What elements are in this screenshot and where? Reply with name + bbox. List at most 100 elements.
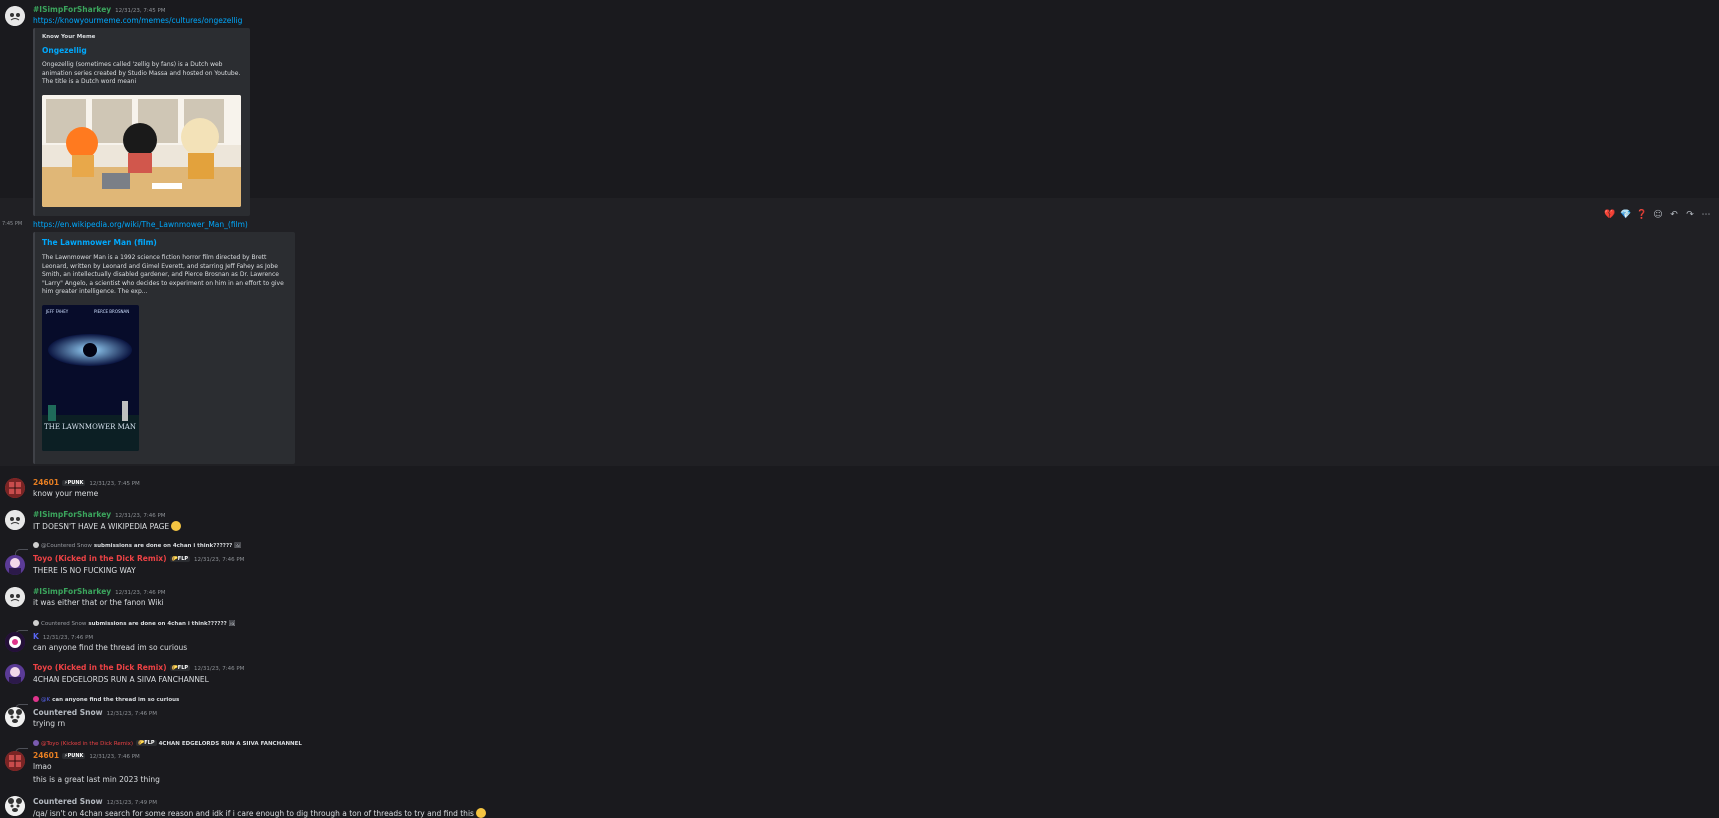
message-header: #ISimpForSharkey 12/31/23, 7:45 PM xyxy=(33,5,166,14)
avatar[interactable] xyxy=(5,478,25,498)
question-icon[interactable]: ❓ xyxy=(1636,210,1648,220)
timestamp: 12/31/23, 7:45 PM xyxy=(115,8,166,14)
username[interactable]: 24601 xyxy=(33,751,59,760)
avatar[interactable] xyxy=(5,796,25,816)
message-header: #ISimpForSharkey 12/31/23, 7:46 PM xyxy=(33,510,166,519)
embed-title[interactable]: The Lawnmower Man (film) xyxy=(42,238,157,247)
timestamp: 12/31/23, 7:46 PM xyxy=(194,666,245,672)
timestamp: 12/31/23, 7:46 PM xyxy=(42,635,94,641)
username[interactable]: Countered Snow xyxy=(33,797,103,806)
message-header: K 12/31/23, 7:46 PM xyxy=(33,632,93,641)
image-icon: 🖼 xyxy=(234,543,242,549)
forward-icon[interactable]: ↷ xyxy=(1684,210,1696,220)
message-text: 4CHAN EDGELORDS RUN A SIIVA FANCHANNEL xyxy=(33,675,209,684)
message-header: 24601 ⚡PUNK 12/31/23, 7:45 PM xyxy=(33,478,140,487)
reply-text: submissions are done on 4chan i think???… xyxy=(93,543,233,549)
reply-preview[interactable]: Countered Snow submissions are done on 4c… xyxy=(33,620,236,627)
role-tag: ⚡PUNK xyxy=(62,753,86,759)
reply-text: submissions are done on 4chan i think???… xyxy=(88,621,227,627)
reply-icon[interactable]: ↶ xyxy=(1668,210,1680,220)
message-text: lmao xyxy=(33,762,52,771)
username[interactable]: Toyo (Kicked in the Dick Remix) xyxy=(33,663,167,672)
image-icon: 🖼 xyxy=(228,621,236,627)
heart-broken-icon[interactable]: 💔 xyxy=(1604,210,1616,220)
message-header: 24601 ⚡PUNK 12/31/23, 7:46 PM xyxy=(33,751,140,760)
reply-text: can anyone find the thread im so curious xyxy=(52,697,180,703)
message-text: it was either that or the fanon Wiki xyxy=(33,598,164,607)
avatar[interactable] xyxy=(5,555,25,575)
avatar[interactable] xyxy=(5,664,25,684)
poster-title: THE LAWNMOWER MAN xyxy=(44,423,136,431)
reply-avatar xyxy=(33,620,39,626)
timestamp: 12/31/23, 7:46 PM xyxy=(106,711,157,717)
gem-icon[interactable]: 💎 xyxy=(1620,210,1632,220)
message-header: Countered Snow 12/31/23, 7:49 PM xyxy=(33,797,157,806)
message-link[interactable]: https://en.wikipedia.org/wiki/The_Lawnmo… xyxy=(33,220,248,229)
sob-emoji-icon xyxy=(171,521,182,531)
role-tag: ⚡PUNK xyxy=(62,480,86,486)
reply-username: Countered Snow xyxy=(41,621,87,627)
embed-description: The Lawnmower Man is a 1992 science fict… xyxy=(42,254,284,295)
message-text: this is a great last min 2023 thing xyxy=(33,775,160,784)
embed-poster[interactable]: JEFF FAHEY PIERCE BROSNAN THE LAWNMOWER … xyxy=(42,305,139,451)
timestamp: 12/31/23, 7:46 PM xyxy=(115,590,166,596)
message-link[interactable]: https://knowyourmeme.com/memes/cultures/… xyxy=(33,16,242,25)
poster-actor-left: JEFF FAHEY xyxy=(45,309,69,314)
reply-role-tag: 🌮FLP xyxy=(136,740,157,746)
embed-provider[interactable]: Know Your Meme xyxy=(42,34,95,40)
avatar[interactable] xyxy=(5,510,25,530)
link-embed-kym: Know Your Meme Ongezellig Ongezellig (so… xyxy=(33,28,250,216)
avatar[interactable] xyxy=(5,6,25,26)
reply-preview[interactable]: @K can anyone find the thread im so curio… xyxy=(33,696,179,703)
message-header: Toyo (Kicked in the Dick Remix) 🌮FLP 12/31… xyxy=(33,554,244,563)
embed-title[interactable]: Ongezellig xyxy=(42,46,87,55)
message-toolbar: 💔 💎 ❓ ☺ ↶ ↷ ⋯ xyxy=(1604,208,1712,222)
message-text: can anyone find the thread im so curious xyxy=(33,643,188,652)
avatar[interactable] xyxy=(5,707,25,727)
username[interactable]: #ISimpForSharkey xyxy=(33,587,111,596)
message-row: /qa/ isn't on 4chan search for some reas… xyxy=(33,808,486,818)
reply-avatar xyxy=(33,740,39,746)
link-embed-wiki: The Lawnmower Man (film) The Lawnmower M… xyxy=(33,232,295,464)
hover-timestamp: 7:45 PM xyxy=(2,221,23,227)
reply-username: @Countered Snow xyxy=(41,543,92,549)
message-row: IT DOESN'T HAVE A WIKIPEDIA PAGE xyxy=(33,521,182,531)
message-header: Countered Snow 12/31/23, 7:46 PM xyxy=(33,708,157,717)
add-reaction-icon[interactable]: ☺ xyxy=(1652,210,1664,220)
timestamp: 12/31/23, 7:46 PM xyxy=(89,754,140,760)
message-text: trying rn xyxy=(33,719,66,728)
timestamp: 12/31/23, 7:46 PM xyxy=(194,557,245,563)
avatar[interactable] xyxy=(5,751,25,771)
message-text: know your meme xyxy=(33,489,99,498)
message-text: IT DOESN'T HAVE A WIKIPEDIA PAGE xyxy=(33,522,170,531)
avatar[interactable] xyxy=(5,587,25,607)
reply-text: 4CHAN EDGELORDS RUN A SIIVA FANCHANNEL xyxy=(158,741,302,747)
more-icon[interactable]: ⋯ xyxy=(1700,210,1712,220)
role-tag: 🌮FLP xyxy=(169,556,191,562)
message-header: #ISimpForSharkey 12/31/23, 7:46 PM xyxy=(33,587,166,596)
message-text: /qa/ isn't on 4chan search for some reas… xyxy=(33,809,474,818)
username[interactable]: #ISimpForSharkey xyxy=(33,510,111,519)
username[interactable]: #ISimpForSharkey xyxy=(33,5,111,14)
embed-description: Ongezellig (sometimes called 'zellig by … xyxy=(42,61,241,85)
timestamp: 12/31/23, 7:46 PM xyxy=(115,513,166,519)
role-tag: 🌮FLP xyxy=(169,665,191,671)
username[interactable]: 24601 xyxy=(33,478,59,487)
message-text: THERE IS NO FUCKING WAY xyxy=(33,566,136,575)
avatar[interactable] xyxy=(5,632,25,652)
reply-username: @K xyxy=(41,697,51,703)
reply-username: @Toyo (Kicked in the Dick Remix) xyxy=(41,741,134,747)
timestamp: 12/31/23, 7:49 PM xyxy=(106,800,157,806)
username[interactable]: Countered Snow xyxy=(33,708,103,717)
reply-avatar xyxy=(33,696,39,702)
sob-emoji-icon xyxy=(475,808,486,818)
reply-avatar xyxy=(33,542,39,548)
poster-actor-right: PIERCE BROSNAN xyxy=(94,309,129,314)
username[interactable]: Toyo (Kicked in the Dick Remix) xyxy=(33,554,167,563)
timestamp: 12/31/23, 7:45 PM xyxy=(89,481,140,487)
reply-preview[interactable]: @Toyo (Kicked in the Dick Remix) 🌮FLP 4CHA… xyxy=(33,740,302,747)
embed-thumbnail[interactable] xyxy=(42,95,241,207)
message-header: Toyo (Kicked in the Dick Remix) 🌮FLP 12/31… xyxy=(33,663,244,672)
username[interactable]: K xyxy=(33,632,39,641)
reply-preview[interactable]: @Countered Snow submissions are done on 4… xyxy=(33,542,241,549)
